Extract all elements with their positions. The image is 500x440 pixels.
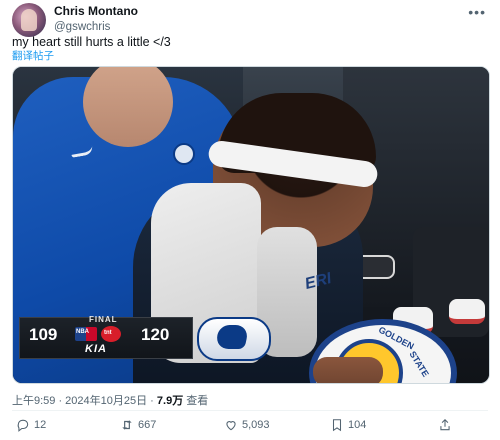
bookmark-icon: [332, 419, 342, 432]
away-score: 109: [29, 325, 58, 344]
share-button[interactable]: [438, 418, 452, 432]
mavs-logo: [197, 317, 271, 361]
heart-icon: [226, 421, 236, 431]
view-count: 7.9万: [156, 395, 184, 407]
repost-icon: [122, 420, 132, 430]
like-count: 5,093: [242, 419, 270, 431]
tweet-meta: 上午9:59 · 2024年10月25日 · 7.9万 查看: [12, 392, 208, 408]
kia-logo: KIA: [85, 343, 107, 355]
divider: [12, 410, 488, 411]
tweet-media[interactable]: ERI GOLDEN STATE FINAL 109 120 NBA tnt K…: [12, 66, 490, 384]
sneaker: [449, 299, 485, 324]
bookmark-button[interactable]: 104: [330, 418, 366, 432]
author-name[interactable]: Chris Montano: [54, 3, 138, 19]
like-button[interactable]: 5,093: [224, 418, 270, 432]
home-score: 120: [141, 325, 170, 344]
hand: [313, 357, 383, 383]
repost-count: 667: [138, 419, 157, 431]
author-handle[interactable]: @gswchris: [54, 19, 138, 35]
author-block: Chris Montano @gswchris: [54, 3, 138, 35]
share-icon: [440, 419, 450, 431]
bookmark-count: 104: [348, 419, 367, 431]
repost-button[interactable]: 667: [120, 418, 156, 432]
translate-link[interactable]: 翻译帖子: [12, 48, 54, 63]
mavs-chest-logo: [173, 143, 195, 165]
views-label: 查看: [183, 395, 209, 407]
ball-text-side: STATE: [407, 349, 431, 379]
more-icon[interactable]: •••: [468, 4, 486, 20]
reply-button[interactable]: 12: [16, 418, 46, 432]
timestamp[interactable]: 上午9:59 · 2024年10月25日 ·: [12, 395, 157, 407]
score-status: FINAL: [89, 315, 118, 324]
reply-icon: [17, 419, 29, 432]
nike-logo: [70, 145, 94, 158]
avatar[interactable]: [12, 3, 46, 37]
reply-count: 12: [34, 419, 47, 431]
tweet: Chris Montano @gswchris ••• my heart sti…: [0, 0, 500, 440]
action-bar: 12 667 5,093 104: [12, 416, 488, 436]
